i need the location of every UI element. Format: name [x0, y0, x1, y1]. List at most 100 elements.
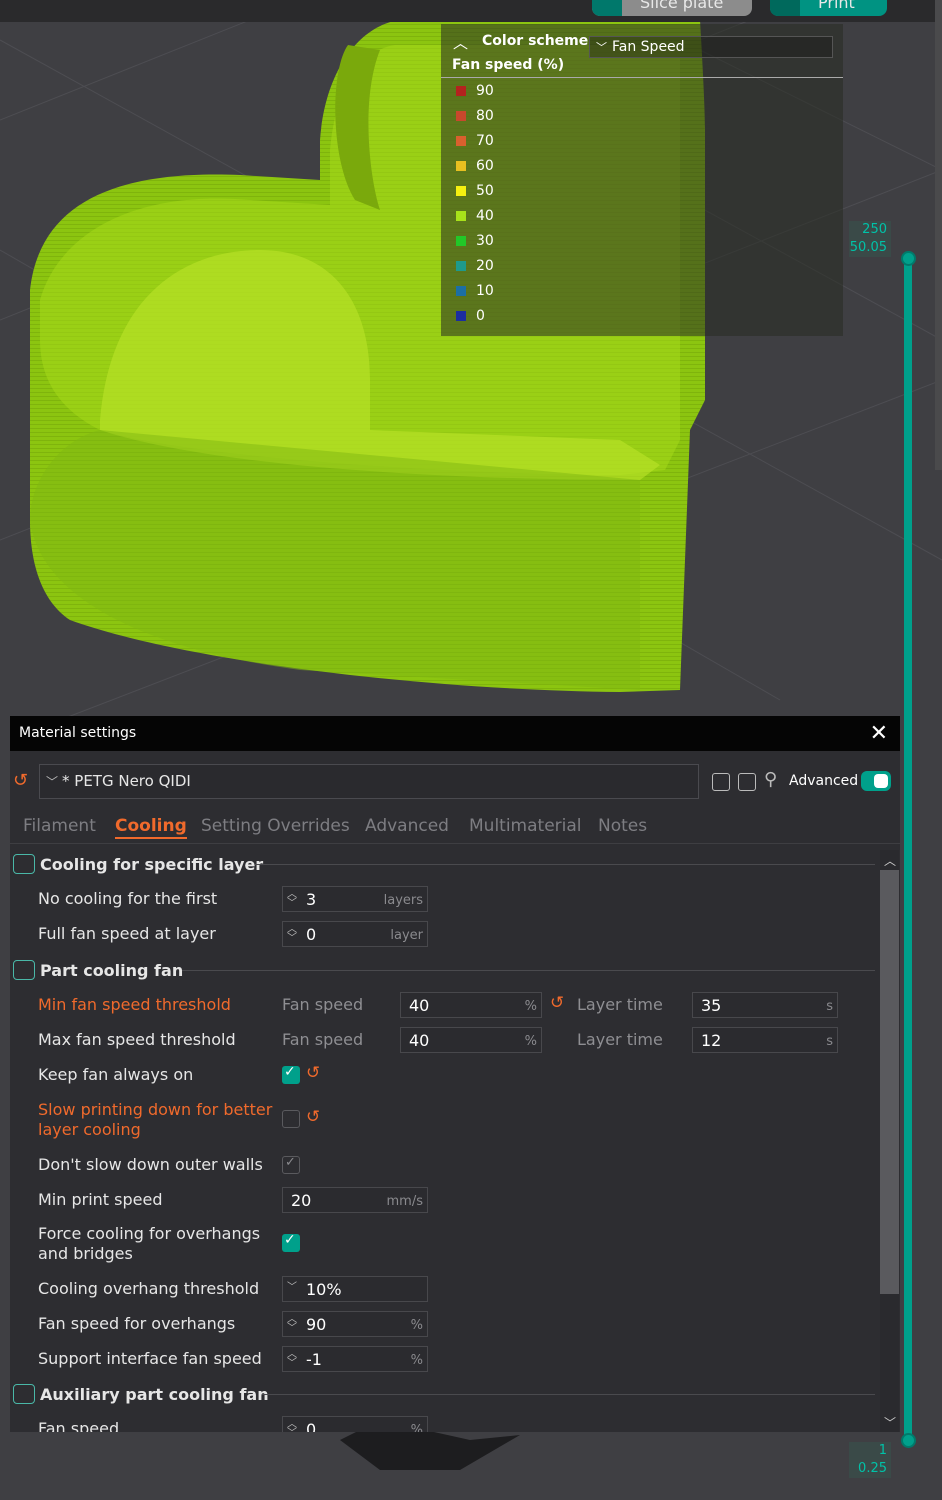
reset-icon[interactable]: ↺ — [306, 1063, 320, 1083]
min-fan-speed-input[interactable]: 40 % — [400, 992, 542, 1018]
min-print-speed-label: Min print speed — [38, 1190, 163, 1209]
section-title: Part cooling fan — [40, 960, 184, 980]
max-fan-speed-input[interactable]: 40 % — [400, 1027, 542, 1053]
aux-fan-icon — [13, 1384, 35, 1404]
color-scheme-select[interactable]: ﹀ Fan Speed — [589, 36, 833, 58]
color-legend: ︿ Color scheme ﹀ Fan Speed Fan speed (%) … — [441, 24, 843, 336]
legend-item: 90 — [456, 81, 494, 101]
print-button[interactable]: Print — [770, 0, 887, 16]
chevron-down-icon: ﹀ — [287, 1282, 297, 1293]
overhang-threshold-value: 10% — [306, 1280, 342, 1299]
save-icon[interactable] — [712, 773, 730, 791]
delete-icon[interactable] — [738, 773, 756, 791]
top-layer-number: 250 — [862, 222, 887, 237]
slow-down-label: Slow printing down for better — [38, 1100, 273, 1119]
layer-slider-bottom-handle[interactable] — [901, 1433, 916, 1448]
chevron-up-icon[interactable]: ︿ — [453, 32, 471, 53]
min-fan-threshold-label: Min fan speed threshold — [38, 995, 231, 1014]
tab-multimaterial[interactable]: Multimaterial — [469, 816, 582, 836]
full-fan-input[interactable]: ︿ ﹀ 0 layer — [282, 921, 428, 947]
fan-overhangs-input[interactable]: ︿ ﹀ 90 % — [282, 1311, 428, 1337]
bottom-layer-number: 1 — [878, 1443, 887, 1458]
legend-item: 20 — [456, 256, 494, 276]
tab-filament[interactable]: Filament — [23, 816, 96, 836]
legend-swatch — [456, 136, 466, 146]
max-fan-threshold-label: Max fan speed threshold — [38, 1030, 236, 1049]
chevron-down-icon: ﹀ — [46, 775, 59, 789]
reset-icon[interactable]: ↺ — [550, 993, 564, 1013]
chevron-down-icon[interactable] — [770, 0, 800, 16]
slow-down-checkbox[interactable] — [282, 1110, 300, 1128]
full-fan-label: Full fan speed at layer — [38, 924, 216, 943]
aux-fan-speed-input[interactable]: ︿﹀ 0 % — [282, 1416, 428, 1432]
spinner-icon[interactable]: ︿﹀ — [287, 1315, 297, 1334]
3d-viewport[interactable]: Slice plate Print ︿ Color scheme ﹀ Fan Sp… — [0, 0, 942, 1500]
fan-overhangs-label: Fan speed for overhangs — [38, 1314, 236, 1333]
force-cooling-label: Force cooling for overhangs — [38, 1224, 261, 1243]
bottom-layer-label: 1 0.25 — [849, 1442, 891, 1478]
unit-label: s — [826, 999, 833, 1014]
section-title: Cooling for specific layer — [40, 854, 264, 874]
legend-swatch — [456, 211, 466, 221]
spinner-icon[interactable]: ︿﹀ — [287, 1420, 297, 1433]
settings-scrollbar[interactable]: ︿ ﹀ — [880, 850, 899, 1432]
legend-swatch — [456, 161, 466, 171]
tab-notes[interactable]: Notes — [598, 816, 647, 836]
search-icon[interactable]: ⚲ — [764, 769, 777, 790]
reset-icon[interactable]: ↺ — [13, 770, 28, 791]
chevron-up-icon[interactable]: ︿ — [884, 852, 896, 869]
min-layer-time-input[interactable]: 35 s — [692, 992, 838, 1018]
chevron-down-icon[interactable] — [592, 0, 622, 16]
section-part-cooling-fan: Part cooling fan — [13, 958, 183, 982]
spinner-icon[interactable]: ︿﹀ — [287, 890, 297, 909]
legend-item-label: 20 — [476, 258, 494, 274]
reset-icon[interactable]: ↺ — [306, 1107, 320, 1127]
legend-header[interactable]: ︿ Color scheme ﹀ Fan Speed — [441, 28, 843, 58]
fan-speed-sublabel: Fan speed — [282, 1030, 364, 1049]
divider — [441, 77, 843, 78]
keep-fan-on-label: Keep fan always on — [38, 1065, 194, 1084]
section-auxiliary-fan: Auxiliary part cooling fan — [13, 1382, 269, 1406]
no-cooling-input[interactable]: ︿ ﹀ 3 layers — [282, 886, 428, 912]
legend-swatch — [456, 236, 466, 246]
support-fan-label: Support interface fan speed — [38, 1349, 262, 1368]
chevron-down-icon[interactable]: ﹀ — [884, 1414, 896, 1431]
legend-swatch — [456, 111, 466, 121]
advanced-toggle[interactable] — [861, 771, 891, 791]
unit-label: mm/s — [386, 1194, 423, 1209]
force-cooling-label-cont: and bridges — [38, 1244, 133, 1263]
divider — [10, 843, 900, 844]
unit-label: s — [826, 1034, 833, 1049]
support-fan-input[interactable]: ︿ ﹀ -1 % — [282, 1346, 428, 1372]
layer-slider-top-handle[interactable] — [901, 251, 916, 266]
legend-item: 10 — [456, 281, 494, 301]
bottom-layer-height: 0.25 — [858, 1461, 887, 1476]
preset-select[interactable]: ﹀ * PETG Nero QIDI — [39, 764, 699, 799]
min-print-speed-input[interactable]: 20 mm/s — [282, 1187, 428, 1213]
max-layer-time-value: 12 — [701, 1031, 722, 1050]
close-icon[interactable]: ✕ — [870, 716, 888, 751]
scrollbar-thumb[interactable] — [880, 870, 899, 1294]
dialog-title: Material settings — [19, 725, 137, 741]
min-fan-speed-value: 40 — [409, 996, 430, 1015]
max-fan-speed-value: 40 — [409, 1031, 430, 1050]
tab-cooling[interactable]: Cooling — [115, 816, 187, 839]
section-title: Auxiliary part cooling fan — [40, 1384, 269, 1404]
force-cooling-checkbox[interactable] — [282, 1232, 300, 1252]
overhang-threshold-select[interactable]: ﹀ 10% — [282, 1276, 428, 1302]
spinner-icon[interactable]: ︿﹀ — [287, 1350, 297, 1369]
divider — [182, 970, 875, 971]
full-fan-value: 0 — [306, 925, 317, 944]
dont-slow-outer-walls-checkbox[interactable] — [282, 1155, 300, 1174]
max-layer-time-input[interactable]: 12 s — [692, 1027, 838, 1053]
tab-advanced[interactable]: Advanced — [365, 816, 449, 836]
viewport-scrollbar[interactable] — [935, 0, 942, 470]
layer-slider-track[interactable] — [904, 256, 912, 1442]
no-cooling-label: No cooling for the first — [38, 889, 218, 908]
spinner-icon[interactable]: ︿﹀ — [287, 925, 297, 944]
fan-speed-sublabel: Fan speed — [282, 995, 364, 1014]
legend-item: 0 — [456, 306, 485, 326]
keep-fan-on-checkbox[interactable] — [282, 1064, 300, 1084]
slice-plate-button[interactable]: Slice plate — [592, 0, 752, 16]
tab-setting-overrides[interactable]: Setting Overrides — [201, 816, 350, 836]
